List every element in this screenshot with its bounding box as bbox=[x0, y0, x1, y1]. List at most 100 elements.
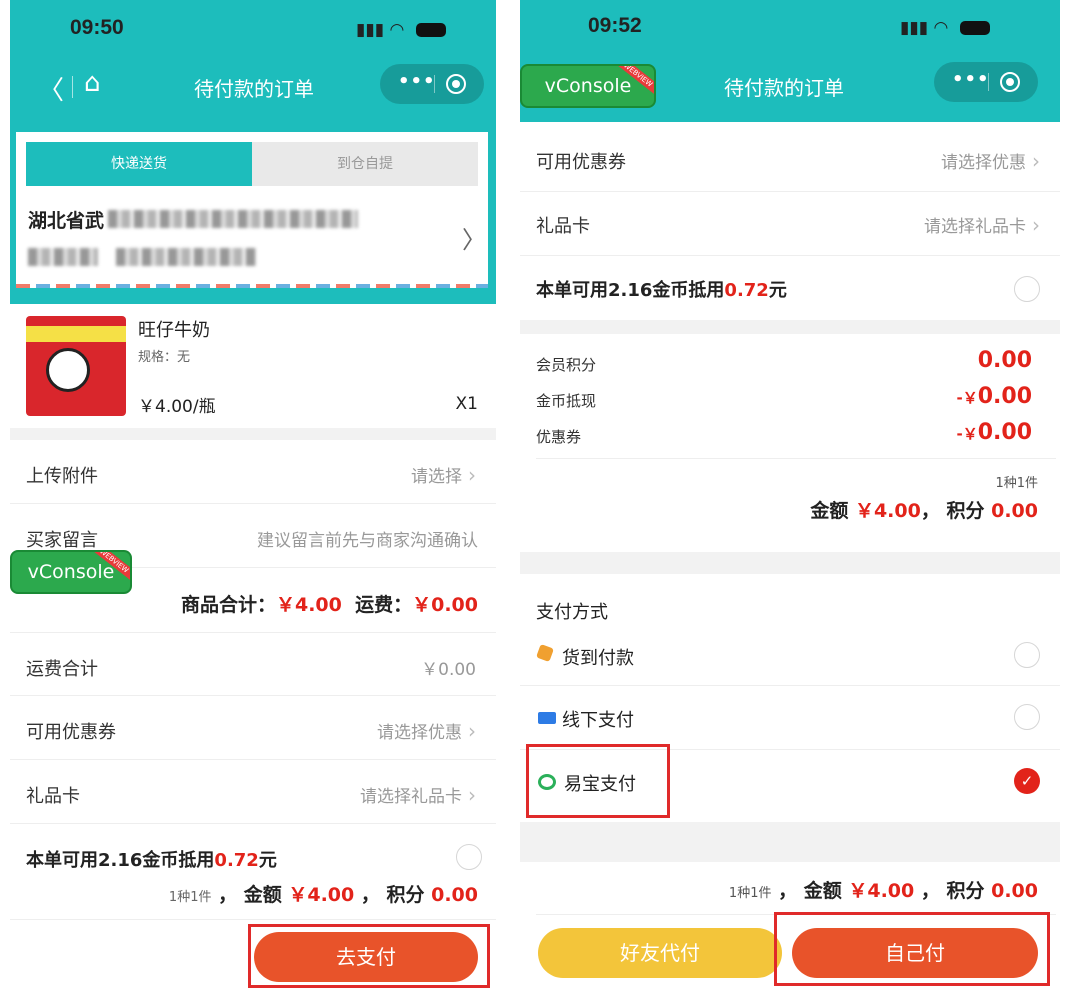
pay-method-offline[interactable]: 线下支付 bbox=[520, 686, 1060, 750]
giftcard-row[interactable]: 礼品卡 请选择礼品卡 › bbox=[10, 760, 496, 824]
points-label: 积分 bbox=[946, 500, 985, 522]
message-label: 买家留言 bbox=[26, 530, 98, 551]
page-title: 待付款的订单 bbox=[194, 77, 314, 101]
nav-divider bbox=[72, 76, 73, 98]
envelope-stripe bbox=[16, 284, 488, 288]
product-item[interactable]: 旺仔牛奶 规格：无 ￥4.00/瓶 X1 bbox=[10, 304, 496, 428]
coins-text: 本单可用2.16金币抵用0.72元 bbox=[26, 846, 277, 872]
more-icon[interactable]: ••• bbox=[952, 69, 990, 90]
bottom-summary: 1种1件 ， 金额 ￥4.00 ， 积分 0.00 bbox=[728, 880, 1038, 902]
offline-radio[interactable] bbox=[1014, 704, 1040, 730]
address-arrow-icon[interactable]: 〉 bbox=[462, 220, 486, 255]
address-text: 湖北省武 bbox=[28, 210, 105, 232]
giftcard-label: 礼品卡 bbox=[26, 786, 80, 807]
capsule-menu[interactable]: ••• bbox=[380, 64, 484, 104]
tab-pickup[interactable]: 到仓自提 bbox=[252, 142, 478, 186]
coins-unit: 元 bbox=[768, 280, 787, 301]
contact-blurred-name bbox=[28, 248, 98, 266]
highlight-box bbox=[248, 924, 490, 988]
coins-amount: 0.72 bbox=[214, 850, 259, 871]
coin-cash-label: 金币抵现 bbox=[536, 392, 597, 410]
giftcard-row[interactable]: 礼品卡 请选择礼品卡 › bbox=[520, 192, 1060, 256]
coupon-row[interactable]: 可用优惠券 请选择优惠 › bbox=[520, 128, 1060, 192]
freight-label: 运费： bbox=[355, 594, 413, 616]
back-icon[interactable]: 〈 bbox=[38, 70, 64, 107]
divider bbox=[536, 458, 1056, 459]
card-icon bbox=[538, 712, 556, 724]
upload-attachment-row[interactable]: 上传附件 请选择 › bbox=[10, 440, 496, 504]
points-value: 0.00 bbox=[991, 500, 1038, 522]
vconsole-button[interactable]: vConsole WEBVIEW bbox=[520, 64, 656, 108]
nav-bar: 〈 ⌂ 待付款的订单 ••• bbox=[10, 60, 496, 114]
contact-blurred-phone bbox=[116, 248, 256, 266]
coin-cash-amount: 0.00 bbox=[977, 384, 1032, 409]
giftcard-value: 请选择礼品卡 bbox=[360, 787, 462, 807]
coupon-deduct-amount: 0.00 bbox=[977, 420, 1032, 445]
vconsole-label: vConsole bbox=[27, 561, 115, 583]
coupon-value: 请选择优惠 bbox=[377, 723, 462, 743]
right-screen: 09:52 ▮▮▮ ◠ 待付款的订单 ••• vConsole WEBVIEW … bbox=[520, 0, 1060, 1006]
coupon-value: 请选择优惠 bbox=[941, 153, 1026, 173]
giftcard-value: 请选择礼品卡 bbox=[924, 217, 1026, 237]
status-time: 09:52 bbox=[588, 14, 642, 37]
separator bbox=[520, 552, 1060, 574]
vconsole-label: vConsole bbox=[544, 75, 632, 97]
item-count: 1种1件 bbox=[995, 476, 1038, 491]
cod-icon bbox=[536, 644, 554, 662]
address-card[interactable]: 快递送货 到仓自提 湖北省武 〉 bbox=[16, 132, 488, 288]
signal-wifi-battery-icon: ▮▮▮ ◠ bbox=[900, 18, 990, 38]
freight-total-row: 运费合计 ￥0.00 bbox=[10, 632, 496, 696]
amount-value: ￥4.00 bbox=[854, 500, 921, 522]
pay-method-label: 货到付款 bbox=[562, 648, 634, 669]
pay-method-title: 支付方式 bbox=[536, 602, 608, 623]
close-miniprogram-icon[interactable] bbox=[1000, 72, 1020, 92]
coupon-row[interactable]: 可用优惠券 请选择优惠 › bbox=[10, 696, 496, 760]
status-bar: 09:52 ▮▮▮ ◠ bbox=[520, 0, 1060, 60]
tab-express[interactable]: 快递送货 bbox=[26, 142, 252, 186]
highlight-box bbox=[774, 912, 1050, 986]
coins-label: 本单可用2.16金币抵用 bbox=[536, 280, 725, 301]
checked-icon[interactable]: ✓ bbox=[1014, 768, 1040, 794]
coupon-deduct-label: 优惠券 bbox=[536, 428, 582, 446]
product-image bbox=[26, 316, 126, 416]
home-icon[interactable]: ⌂ bbox=[84, 68, 101, 98]
product-name: 旺仔牛奶 bbox=[138, 320, 210, 341]
freight-value: ￥0.00 bbox=[412, 594, 478, 616]
product-price: ￥4.00/瓶 bbox=[138, 397, 216, 417]
price-breakdown: 会员积分 0.00 金币抵现 -￥0.00 优惠券 -￥0.00 bbox=[520, 334, 1060, 458]
chevron-right-icon: › bbox=[1032, 149, 1040, 173]
giftcard-label: 礼品卡 bbox=[536, 216, 590, 237]
summary-count: 1种1件 bbox=[168, 890, 212, 905]
separator bbox=[520, 320, 1060, 334]
status-time: 09:50 bbox=[70, 16, 124, 39]
bottom-amount: ￥4.00 bbox=[848, 880, 915, 902]
product-image-face bbox=[46, 348, 90, 392]
left-screen: 09:50 ▮▮▮ ◠ 〈 ⌂ 待付款的订单 ••• 快递送货 到仓自提 湖北省… bbox=[10, 0, 496, 1006]
amount-label: 金额 bbox=[810, 500, 849, 522]
amount-summary: 金额 ￥4.00， 积分 0.00 bbox=[810, 500, 1038, 522]
message-input[interactable]: 建议留言前先与商家沟通确认 bbox=[257, 526, 478, 551]
summary-amount: ￥4.00 bbox=[288, 884, 355, 906]
capsule-menu[interactable]: ••• bbox=[934, 62, 1038, 102]
coins-row[interactable]: 本单可用2.16金币抵用0.72元 1种1件 ， 金额 ￥4.00 ， 积分 0… bbox=[10, 824, 496, 920]
coins-unit: 元 bbox=[258, 850, 277, 871]
coins-row[interactable]: 本单可用2.16金币抵用0.72元 bbox=[520, 256, 1060, 320]
summary-amount-label: 金额 bbox=[243, 884, 282, 906]
upload-label: 上传附件 bbox=[26, 466, 98, 487]
freight-total-value: ￥0.00 bbox=[421, 660, 476, 680]
order-summary: 1种1件 ， 金额 ￥4.00 ， 积分 0.00 bbox=[168, 884, 478, 906]
coins-radio[interactable] bbox=[1014, 276, 1040, 302]
coins-radio[interactable] bbox=[456, 844, 482, 870]
upload-value: 请选择 bbox=[411, 467, 462, 487]
bottom-points-label: 积分 bbox=[946, 880, 985, 902]
coupon-deduct-value: -￥0.00 bbox=[956, 420, 1032, 445]
product-qty: X1 bbox=[455, 394, 478, 414]
pay-method-cod[interactable]: 货到付款 bbox=[520, 624, 1060, 686]
friend-pay-button[interactable]: 好友代付 bbox=[538, 928, 782, 978]
close-miniprogram-icon[interactable] bbox=[446, 74, 466, 94]
goods-total-label: 商品合计： bbox=[180, 594, 276, 616]
vconsole-button[interactable]: vConsole WEBVIEW bbox=[10, 550, 132, 594]
cod-radio[interactable] bbox=[1014, 642, 1040, 668]
more-icon[interactable]: ••• bbox=[398, 71, 436, 92]
signal-wifi-battery-icon: ▮▮▮ ◠ bbox=[356, 20, 446, 40]
